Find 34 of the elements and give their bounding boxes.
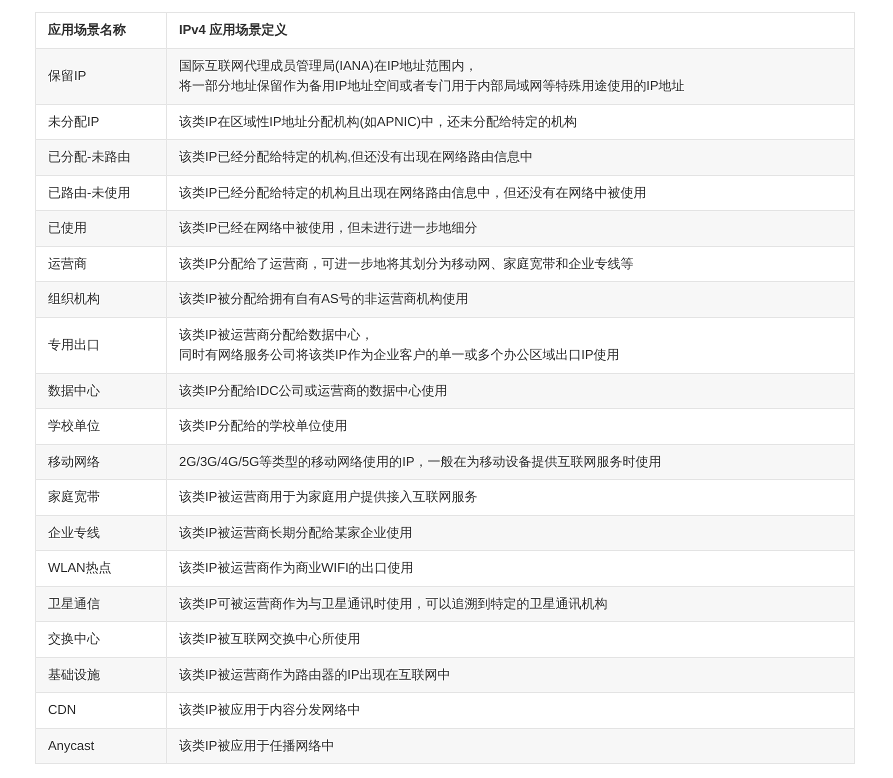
table-cell: 已分配-未路由 [36,140,166,175]
table-cell: 数据中心 [36,373,166,408]
table-cell: 该类IP分配给的学校单位使用 [166,408,854,444]
table-cell: 该类IP被互联网交换中心所使用 [166,622,854,657]
table-cell: 家庭宽带 [36,480,166,515]
table-cell: 该类IP已经分配给特定的机构,但还没有出现在网络路由信息中 [166,140,854,175]
table-cell: 国际互联网代理成员管理局(IANA)在IP地址范围内， 将一部分地址保留作为备用IP地址空间或者专门用于内部局域网等特殊用途使用的IP地址 [166,48,854,104]
table-cell: 企业专线 [36,515,166,550]
table-cell: Anycast [36,728,166,764]
table-cell: 该类IP已经在网络中被使用，但未进行进一步地细分 [166,210,854,246]
table-cell: 交换中心 [36,622,166,657]
table-cell: 组织机构 [36,282,166,317]
table-cell: CDN [36,692,166,728]
table-cell: 该类IP被应用于内容分发网络中 [166,692,854,728]
table-cell: 该类IP被运营商分配给数据中心， 同时有网络服务公司将该类IP作为企业客户的单一或多个办公区域出口IP使用 [166,317,854,373]
table-cell: 该类IP分配给IDC公司或运营商的数据中心使用 [166,373,854,408]
table-cell: WLAN热点 [36,550,166,586]
table-cell: 卫星通信 [36,586,166,622]
table-cell: 专用出口 [36,317,166,373]
table-cell: 学校单位 [36,408,166,444]
table-cell: 该类IP被运营商作为路由器的IP出现在互联网中 [166,657,854,692]
column-header: 应用场景名称 [36,12,166,48]
table-cell: 该类IP被运营商作为商业WIFI的出口使用 [166,550,854,586]
table-cell: 该类IP被运营商用于为家庭用户提供接入互联网服务 [166,480,854,515]
table-cell: 基础设施 [36,657,166,692]
table-cell: 该类IP被运营商长期分配给某家企业使用 [166,515,854,550]
table-cell: 移动网络 [36,444,166,480]
table-cell: 该类IP可被运营商作为与卫星通讯时使用，可以追溯到特定的卫星通讯机构 [166,586,854,622]
column-header: IPv4 应用场景定义 [166,12,854,48]
table-cell: 2G/3G/4G/5G等类型的移动网络使用的IP，一般在为移动设备提供互联网服务时使用 [166,444,854,480]
table-cell: 已使用 [36,210,166,246]
table-cell: 保留IP [36,48,166,104]
table-cell: 该类IP被应用于任播网络中 [166,728,854,764]
table-cell: 该类IP被分配给拥有自有AS号的非运营商机构使用 [166,282,854,317]
